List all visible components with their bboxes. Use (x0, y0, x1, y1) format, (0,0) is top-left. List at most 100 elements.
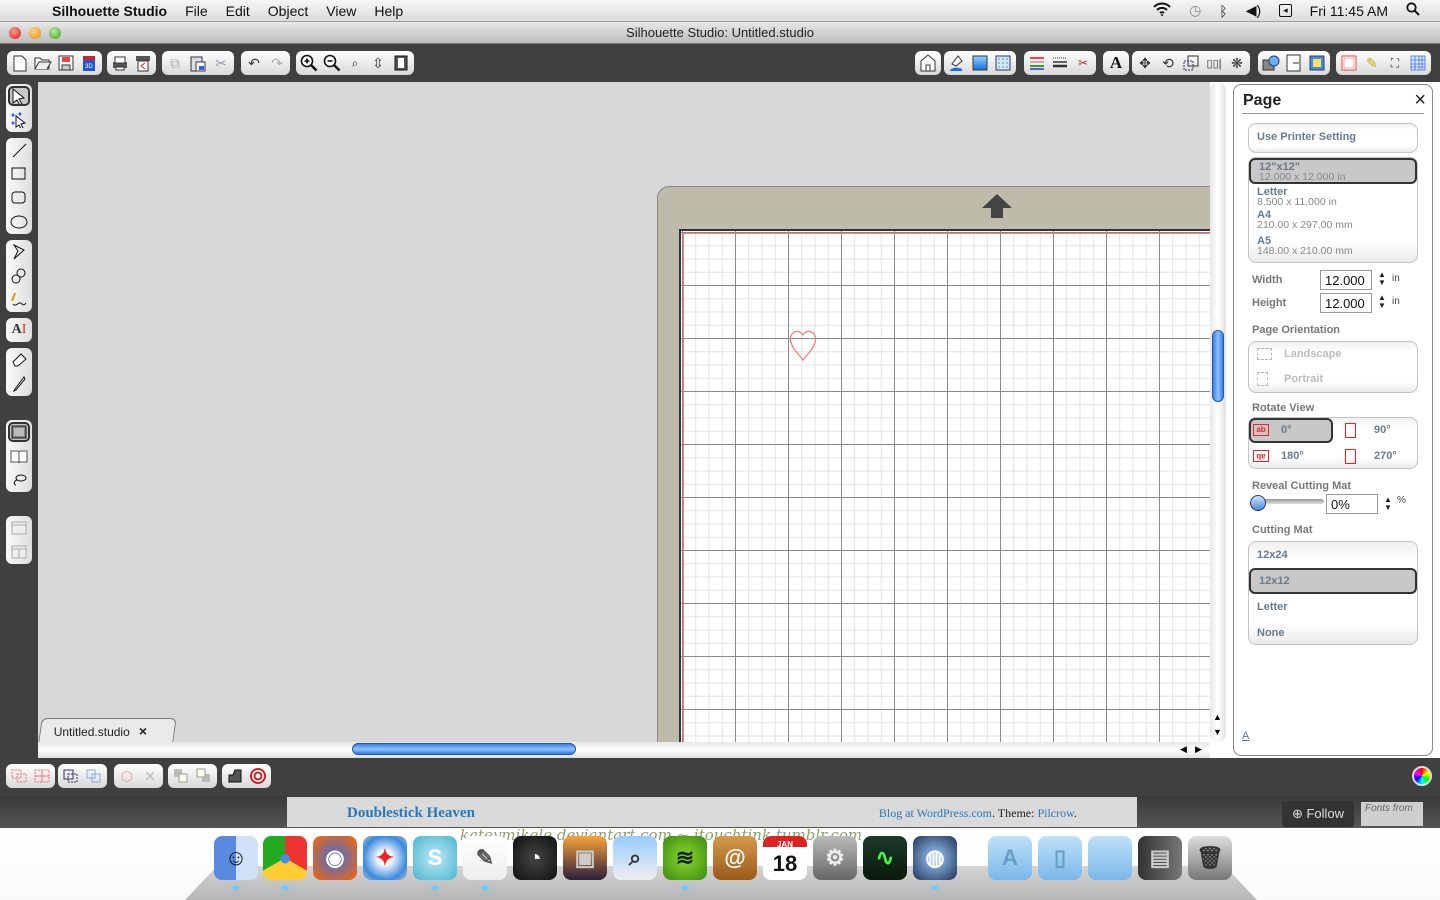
horizontal-scroll-thumb[interactable] (352, 743, 576, 755)
dock-safari[interactable]: ✦ (363, 836, 407, 880)
rotate-90[interactable]: 90° (1337, 418, 1417, 443)
bring-to-front-icon[interactable] (171, 766, 191, 786)
dock-downloads[interactable] (1088, 836, 1132, 880)
weld-icon[interactable]: ⬡ (117, 766, 137, 786)
grid-icon[interactable] (1408, 53, 1428, 73)
pan-icon[interactable]: ⇳ (368, 53, 388, 73)
width-stepper[interactable]: ▲ ▼ (1378, 271, 1386, 287)
paste-icon[interactable] (188, 53, 208, 73)
dock-applications[interactable]: A (988, 836, 1032, 880)
cutting-mat-12x24[interactable]: 12x24 (1249, 542, 1417, 568)
menu-edit[interactable]: Edit (226, 3, 250, 19)
lasso-icon[interactable] (8, 470, 30, 490)
line-color-icon[interactable] (1027, 53, 1047, 73)
fullscreen-icon[interactable]: ⛶ (1385, 53, 1405, 73)
text-style-icon[interactable]: A (1106, 53, 1126, 73)
eraser-tool-icon[interactable] (8, 350, 30, 370)
menu-view[interactable]: View (326, 3, 356, 19)
clock[interactable]: Fri 11:45 AM (1310, 3, 1388, 19)
draw-mode-icon[interactable] (8, 422, 30, 442)
reveal-slider-thumb[interactable] (1250, 495, 1266, 511)
scroll-down-icon[interactable]: ▼ (1213, 727, 1222, 737)
line-style-icon[interactable] (1050, 53, 1070, 73)
design-canvas[interactable] (38, 82, 1210, 742)
replicate-icon[interactable]: ❋ (1227, 53, 1247, 73)
minimize-window-button[interactable] (29, 27, 41, 39)
single-panel-layout-icon[interactable] (8, 518, 30, 538)
transform-icon[interactable]: ✥ (1135, 53, 1155, 73)
cut-style-icon[interactable]: ✂ (1073, 53, 1093, 73)
scroll-left-icon[interactable]: ◀ (1180, 744, 1187, 755)
bluetooth-icon[interactable]: ᛒ (1219, 3, 1227, 19)
rotate-0[interactable]: ab 0° (1249, 418, 1333, 443)
reveal-percent-input[interactable] (1326, 494, 1378, 514)
time-machine-icon[interactable]: ◷ (1189, 2, 1201, 19)
open-document-icon[interactable] (33, 53, 53, 73)
close-panel-icon[interactable]: × (1414, 89, 1426, 112)
dock-finder[interactable]: ☺ (214, 836, 258, 880)
app-menu[interactable]: Silhouette Studio (52, 3, 167, 19)
dock-spotify[interactable]: ≋ (663, 836, 707, 880)
cut-icon[interactable]: ✂ (211, 53, 231, 73)
print-icon[interactable] (110, 53, 130, 73)
orientation-portrait[interactable]: Portrait (1249, 367, 1417, 392)
page-size-12x12[interactable]: 12"x12" 12.000 x 12.000 in (1249, 158, 1417, 184)
fonts-from-badge[interactable]: Fonts from (1361, 802, 1423, 826)
dock-iphoto[interactable]: ▣ (563, 836, 607, 880)
align-icon[interactable]: ▯▯| (1204, 53, 1224, 73)
heart-shape[interactable] (784, 327, 822, 365)
close-tab-icon[interactable]: × (139, 719, 147, 743)
menu-object[interactable]: Object (268, 3, 308, 19)
dock-network-utility[interactable]: ◍ (913, 836, 957, 880)
library-icon[interactable] (8, 446, 30, 466)
fill-color-icon[interactable] (947, 53, 967, 73)
cutting-mat-letter[interactable]: Letter (1249, 594, 1417, 620)
document-tab[interactable]: Untitled.studio × (38, 718, 177, 743)
menu-file[interactable]: File (185, 3, 208, 19)
save-document-icon[interactable] (56, 53, 76, 73)
polygon-tool-icon[interactable] (8, 242, 30, 262)
new-document-icon[interactable] (10, 53, 30, 73)
point-edit-tool-icon[interactable] (8, 110, 30, 130)
dock-activity-monitor[interactable]: ∿ (863, 836, 907, 880)
save-to-sd-icon[interactable]: 3D (79, 53, 99, 73)
scroll-up-icon[interactable]: ▲ (1213, 712, 1222, 722)
volume-icon[interactable]: ◀) (1246, 2, 1261, 19)
redo-icon[interactable]: ↷ (267, 53, 287, 73)
dock-address-book[interactable]: @ (713, 836, 757, 880)
delete-icon[interactable]: ✕ (140, 766, 160, 786)
battery-icon[interactable]: ◂ (1279, 4, 1292, 17)
registration-marks-icon[interactable] (1307, 53, 1327, 73)
height-input[interactable] (1320, 293, 1372, 313)
rotate-270[interactable]: 270° (1337, 444, 1417, 469)
dock-trash[interactable]: 🗑 (1188, 836, 1232, 880)
curve-tool-icon[interactable] (8, 266, 30, 286)
zoom-in-icon[interactable] (299, 53, 319, 73)
offset-icon[interactable] (1261, 53, 1281, 73)
rotate-icon[interactable]: ⟲ (1158, 53, 1178, 73)
store-icon[interactable] (918, 53, 938, 73)
scale-icon[interactable] (1181, 53, 1201, 73)
scroll-right-icon[interactable]: ▶ (1195, 744, 1202, 755)
page-size-a4[interactable]: A4 210.00 x 297.00 mm (1249, 210, 1417, 236)
dock-ical[interactable]: JAN 18 (763, 836, 807, 880)
dock-spotify-window[interactable]: ▤ (1138, 836, 1182, 880)
wordpress-link[interactable]: Blog at WordPress.com (879, 806, 992, 820)
dock-textedit[interactable]: ✎ (463, 836, 507, 880)
fill-pattern-icon[interactable] (993, 53, 1013, 73)
split-panel-layout-icon[interactable] (8, 542, 30, 562)
page-size-a5[interactable]: A5 148.00 x 210.00 mm (1249, 236, 1417, 260)
width-input[interactable] (1320, 270, 1372, 290)
make-compound-icon[interactable] (61, 766, 81, 786)
zoom-out-icon[interactable] (322, 53, 342, 73)
undo-icon[interactable]: ↶ (244, 53, 264, 73)
vertical-scrollbar[interactable]: ▲ ▼ (1210, 82, 1226, 742)
theme-link[interactable]: Pilcrow (1037, 806, 1074, 820)
orientation-landscape[interactable]: Landscape (1249, 342, 1417, 367)
dock-firefox[interactable]: ◉ (313, 836, 357, 880)
vertical-scroll-thumb[interactable] (1212, 330, 1224, 402)
horizontal-scrollbar[interactable]: ◀ ▶ (38, 742, 1210, 758)
height-stepper[interactable]: ▲ ▼ (1378, 294, 1386, 310)
sketch-icon[interactable]: ✎ (1362, 53, 1382, 73)
fill-gradient-icon[interactable] (970, 53, 990, 73)
